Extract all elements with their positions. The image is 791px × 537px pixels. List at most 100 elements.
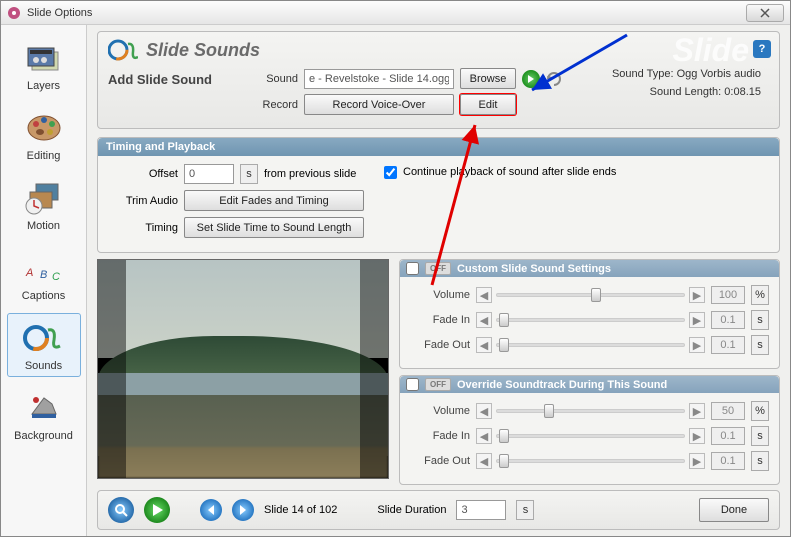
sidebar-item-editing[interactable]: Editing (7, 103, 81, 167)
set-slide-time-button[interactable]: Set Slide Time to Sound Length (184, 217, 364, 238)
sound-label: Sound (248, 73, 298, 85)
override-fadeout-label: Fade Out (410, 455, 470, 467)
sidebar-item-label: Captions (10, 290, 78, 302)
sounds-logo-icon (108, 38, 138, 62)
slider-right-icon[interactable]: ▶ (689, 312, 705, 328)
override-fadeout-slider[interactable] (496, 459, 685, 463)
sound-type-label: Sound Type: (612, 68, 674, 80)
record-voiceover-button[interactable]: Record Voice-Over (304, 94, 454, 115)
sidebar-item-background[interactable]: Background (7, 383, 81, 447)
sidebar-item-label: Editing (10, 150, 78, 162)
sidebar-item-captions[interactable]: ABC Captions (7, 243, 81, 307)
slider-right-icon[interactable]: ▶ (689, 403, 705, 419)
sound-length-label: Sound Length: (650, 86, 722, 98)
timing-head: Timing and Playback (98, 138, 779, 156)
next-slide-icon[interactable] (232, 499, 254, 521)
edit-fades-button[interactable]: Edit Fades and Timing (184, 190, 364, 211)
slider-left-icon[interactable]: ◀ (476, 428, 492, 444)
custom-volume-value: 100 (711, 286, 745, 304)
slider-left-icon[interactable]: ◀ (476, 287, 492, 303)
slide-duration-label: Slide Duration (377, 504, 446, 516)
custom-fadein-slider[interactable] (496, 318, 685, 322)
slider-right-icon[interactable]: ▶ (689, 287, 705, 303)
loop-icon[interactable] (546, 71, 562, 87)
zoom-icon[interactable] (108, 497, 134, 523)
slider-left-icon[interactable]: ◀ (476, 337, 492, 353)
slide-preview (97, 259, 389, 479)
sidebar-item-sounds[interactable]: Sounds (7, 313, 81, 377)
custom-sound-head: Custom Slide Sound Settings (457, 263, 611, 275)
slider-right-icon[interactable]: ▶ (689, 337, 705, 353)
sidebar-item-layers[interactable]: Layers (7, 33, 81, 97)
titlebar: Slide Options (1, 1, 790, 25)
layers-icon (20, 38, 68, 78)
app-icon (7, 6, 21, 20)
override-fadeout-unit: s (751, 451, 769, 471)
custom-fadeout-unit: s (751, 335, 769, 355)
override-fadein-label: Fade In (410, 430, 470, 442)
slide-position: Slide 14 of 102 (264, 504, 337, 516)
slider-right-icon[interactable]: ▶ (689, 428, 705, 444)
offset-unit: s (240, 164, 258, 184)
play-sound-icon[interactable] (522, 70, 540, 88)
prev-slide-icon[interactable] (200, 499, 222, 521)
override-fadein-slider[interactable] (496, 434, 685, 438)
sound-type-value: Ogg Vorbis audio (677, 68, 761, 80)
custom-volume-label: Volume (410, 289, 470, 301)
custom-sound-enable-checkbox[interactable] (406, 262, 419, 275)
section-label: Add Slide Sound (108, 68, 238, 120)
header-panel: Slide ? Slide Sounds Add Slide Sound Sou… (97, 31, 780, 129)
override-soundtrack-panel: OFF Override Soundtrack During This Soun… (399, 375, 780, 485)
custom-fadeout-label: Fade Out (410, 339, 470, 351)
sidebar-item-label: Layers (10, 80, 78, 92)
sidebar-item-label: Background (10, 430, 78, 442)
editing-icon (20, 108, 68, 148)
svg-text:C: C (52, 271, 60, 283)
content-area: Slide ? Slide Sounds Add Slide Sound Sou… (87, 25, 790, 536)
sidebar-item-label: Motion (10, 220, 78, 232)
play-icon[interactable] (144, 497, 170, 523)
custom-volume-slider[interactable] (496, 293, 685, 297)
slider-right-icon[interactable]: ▶ (689, 453, 705, 469)
override-volume-unit: % (751, 401, 769, 421)
slider-left-icon[interactable]: ◀ (476, 312, 492, 328)
continue-playback-checkbox[interactable] (384, 166, 397, 179)
slide-duration-input[interactable] (456, 500, 506, 520)
slider-left-icon[interactable]: ◀ (476, 453, 492, 469)
custom-fadeout-slider[interactable] (496, 343, 685, 347)
custom-fadein-value: 0.1 (711, 311, 745, 329)
done-button[interactable]: Done (699, 498, 769, 522)
offset-label: Offset (108, 168, 178, 180)
record-label: Record (248, 99, 298, 111)
override-fadein-unit: s (751, 426, 769, 446)
sidebar-item-motion[interactable]: Motion (7, 173, 81, 237)
trim-label: Trim Audio (108, 195, 178, 207)
custom-sound-panel: OFF Custom Slide Sound Settings Volume ◀… (399, 259, 780, 369)
slide-duration-unit: s (516, 500, 534, 520)
override-volume-slider[interactable] (496, 409, 685, 413)
slider-left-icon[interactable]: ◀ (476, 403, 492, 419)
help-button[interactable]: ? (753, 40, 771, 58)
offset-input[interactable] (184, 164, 234, 184)
override-toggle[interactable]: OFF (425, 378, 451, 391)
custom-fadeout-value: 0.1 (711, 336, 745, 354)
background-icon (20, 388, 68, 428)
slide-options-window: Slide Options Layers Editing (0, 0, 791, 537)
browse-button[interactable]: Browse (460, 68, 516, 89)
offset-after: from previous slide (264, 168, 356, 180)
svg-text:A: A (25, 267, 33, 279)
sound-length-value: 0:08.15 (724, 86, 761, 98)
override-enable-checkbox[interactable] (406, 378, 419, 391)
captions-icon: ABC (20, 248, 68, 288)
sounds-icon (20, 318, 68, 358)
custom-fadein-unit: s (751, 310, 769, 330)
custom-sound-toggle[interactable]: OFF (425, 262, 451, 275)
override-head: Override Soundtrack During This Sound (457, 379, 667, 391)
edit-button[interactable]: Edit (460, 94, 516, 115)
custom-volume-unit: % (751, 285, 769, 305)
motion-icon (20, 178, 68, 218)
override-fadein-value: 0.1 (711, 427, 745, 445)
close-button[interactable] (746, 4, 784, 22)
override-volume-value: 50 (711, 402, 745, 420)
sound-file-input[interactable] (304, 69, 454, 89)
